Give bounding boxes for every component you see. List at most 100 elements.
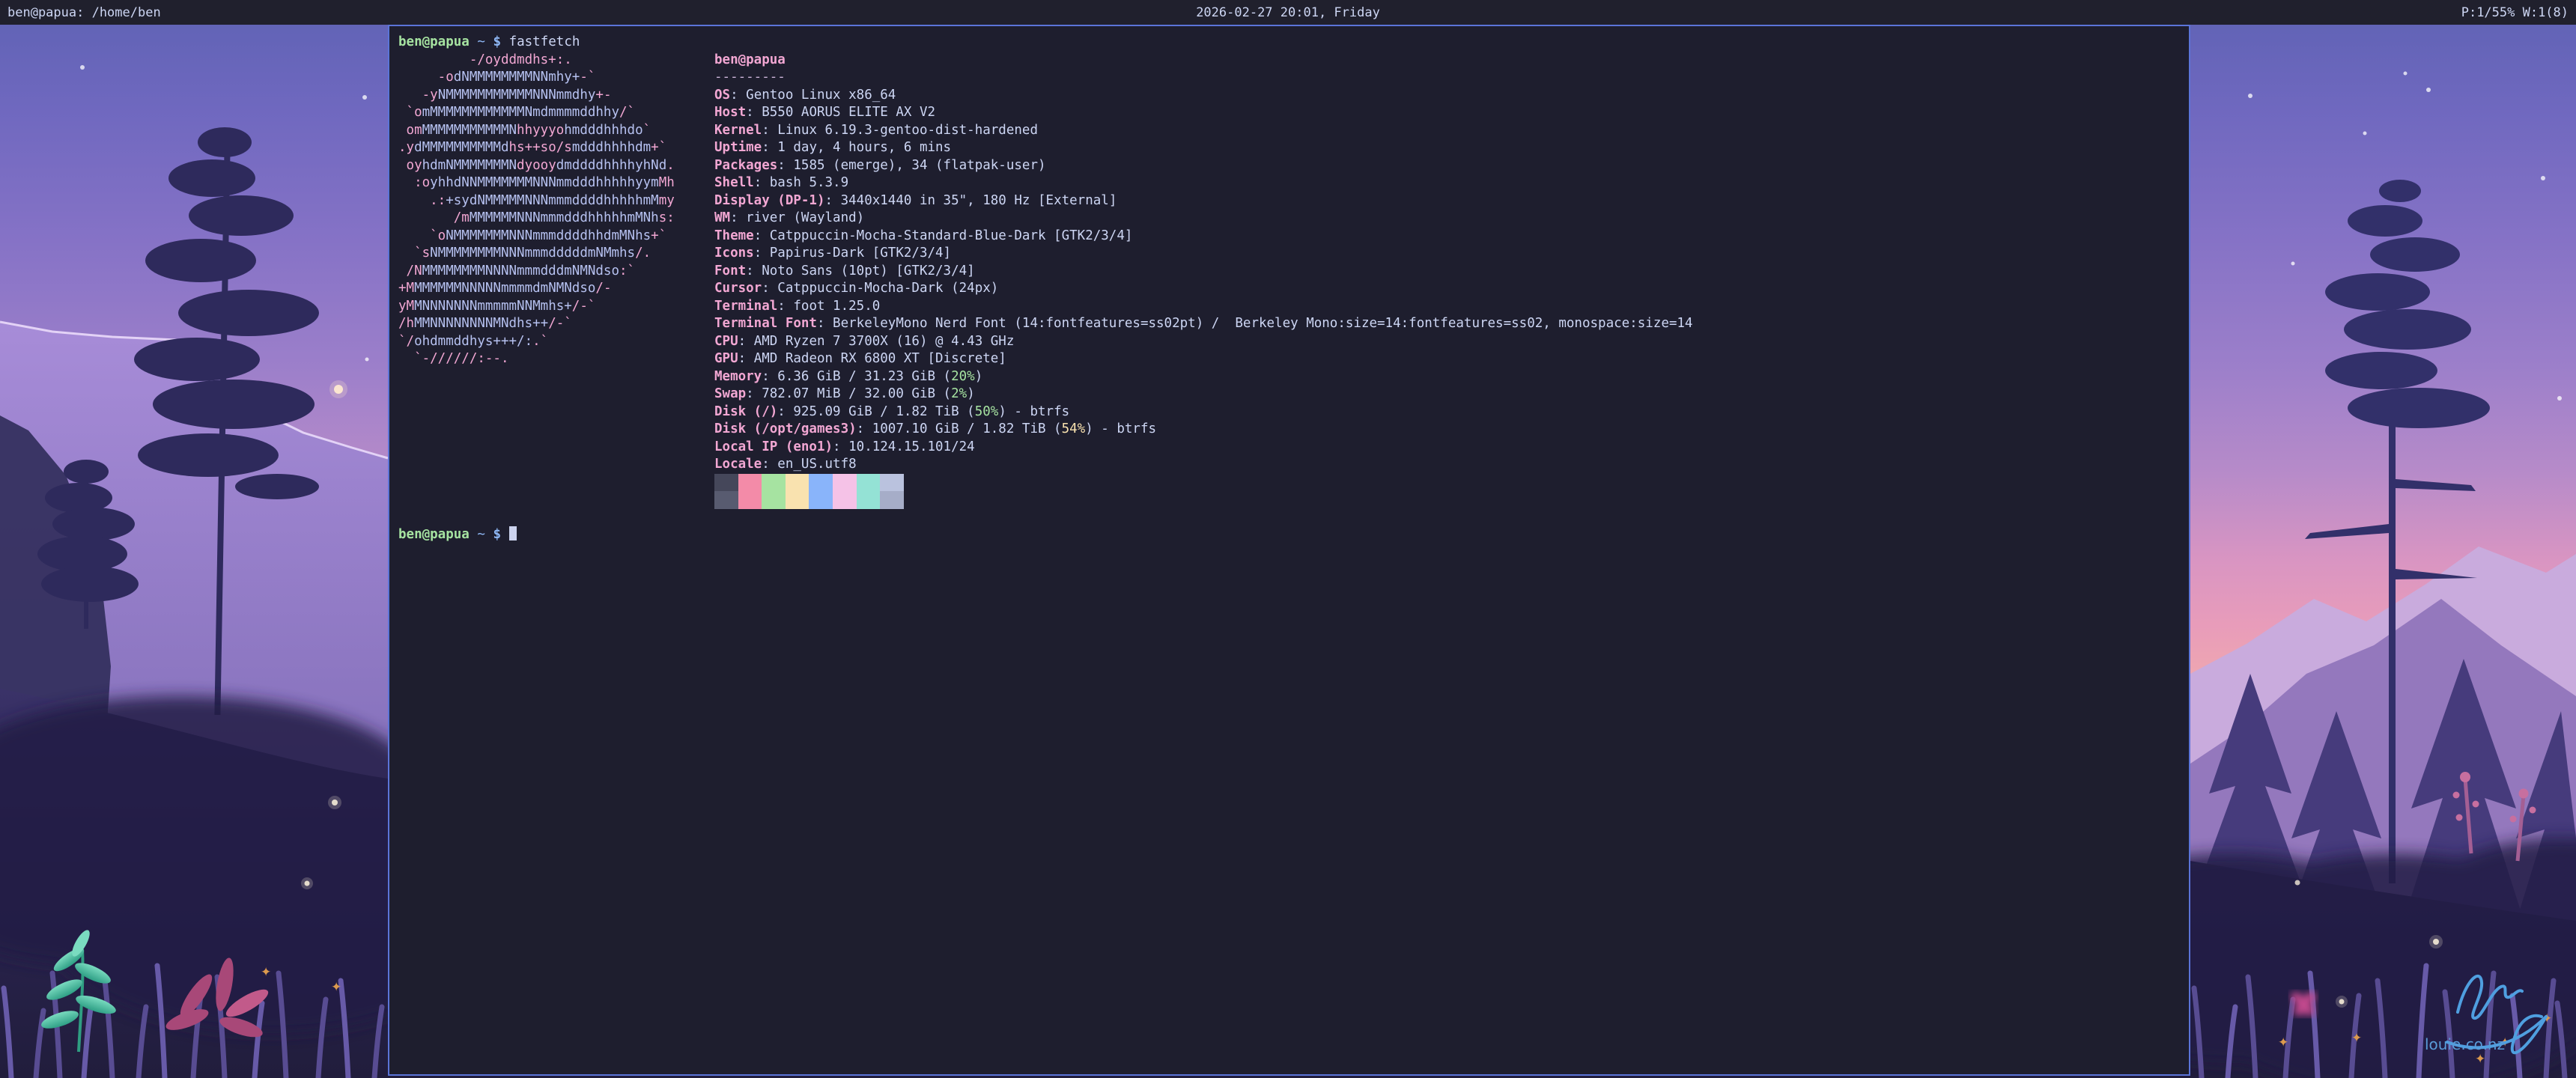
info-value: 1585 (emerge), 34 (flatpak-user) [793,158,1045,173]
info-value: en_US.utf8 [777,457,856,472]
info-value: 10.124.15.101/24 [848,439,975,454]
gentoo-ascii-logo: -/oyddmdhs+:. -odNMMMMMMMMNNmhy+-` -yNMM… [398,52,675,368]
info-key: Theme [714,228,754,243]
fastfetch-info: ben@papua---------OS: Gentoo Linux x86_6… [714,52,1692,509]
info-key: Cursor [714,281,762,296]
logo-segment: /` [619,105,635,120]
logo-segment: -o [398,70,454,85]
logo-segment: /-` [548,316,572,331]
info-line: Theme: Catppuccin-Mocha-Standard-Blue-Da… [714,228,1692,246]
logo-segment: dMMMMMMMMMMd [414,140,508,155]
info-colon: : [730,88,746,103]
logo-segment: -/oyddmdhs+:. [398,52,572,67]
info-value: Catppuccin-Mocha-Dark (24px) [777,281,998,296]
info-value: BerkeleyMono Nerd Font (14:fontfeatures=… [833,316,1692,331]
logo-segment: NMMMMMMMNNNmmmddddhhdmMNhs [446,228,651,243]
palette-swatch [762,474,786,492]
info-line: Display (DP-1): 3440x1440 in 35", 180 Hz… [714,192,1692,210]
logo-line: /NMMMMMMMMNNNNmmmdddmNMNdso:` [398,263,675,281]
logo-segment: NMMMMMMMMNNNmmmdddddmNMmhs [430,246,635,261]
host-path-label: ben@papua: /home/ben [0,5,1196,20]
logo-segment: `-//////:--. [398,351,509,366]
logo-segment: s: [659,210,675,225]
palette-swatch [809,474,833,492]
info-colon: : [762,140,777,155]
logo-segment: hs++so/s [509,140,572,155]
logo-segment: MMMMMMMMNNNNmmmdddmNMNdso [422,264,619,278]
info-colon: : [857,421,872,436]
info-key: Terminal Font [714,316,817,331]
info-key: Terminal [714,299,777,314]
info-value: 3440x1440 in 35", 180 Hz [External] [841,193,1117,208]
info-value: ) [967,386,975,401]
info-value: 54% [1062,421,1086,436]
info-colon: : [746,105,762,120]
info-value: B550 AORUS ELITE AX V2 [762,105,935,120]
logo-segment: +- [595,88,611,103]
info-line: GPU: AMD Radeon RX 6800 XT [Discrete] [714,350,1692,368]
info-line: Shell: bash 5.3.9 [714,174,1692,192]
logo-segment: my [659,193,675,208]
info-colon: : [777,158,793,173]
logo-segment: yhhdNNMMMMMMMNNNmmdddhhhhhyym [430,175,659,190]
logo-segment: /- [595,281,611,296]
info-key: Disk (/) [714,404,777,419]
info-line: Disk (/opt/games3): 1007.10 GiB / 1.82 T… [714,421,1692,439]
info-value: 1007.10 GiB / 1.82 TiB ( [872,421,1062,436]
logo-segment: .: [398,193,446,208]
info-line: OS: Gentoo Linux x86_64 [714,87,1692,105]
info-line: Font: Noto Sans (10pt) [GTK2/3/4] [714,263,1692,281]
logo-segment: -` [580,70,595,85]
logo-segment: mdddhhhhdm [572,140,651,155]
logo-segment: `/ [398,334,414,349]
signature-url-label: louie.co.nz [2425,1035,2505,1053]
info-key: Display (DP-1) [714,193,825,208]
info-colon: : [746,386,762,401]
info-line: Host: B550 AORUS ELITE AX V2 [714,104,1692,122]
info-colon: : [762,123,777,138]
info-title: ben@papua [714,52,1692,70]
info-value: 2% [951,386,967,401]
info-line: Disk (/): 925.09 GiB / 1.82 TiB (50%) - … [714,404,1692,421]
info-line: Terminal: foot 1.25.0 [714,298,1692,316]
terminal-window[interactable]: ben@papua ~ $ fastfetch -/oyddmdhs+:. -o… [388,25,2190,1076]
terminal-content: ben@papua ~ $ fastfetch -/oyddmdhs+:. -o… [398,34,2180,1067]
info-line: WM: river (Wayland) [714,210,1692,228]
logo-line: `-//////:--. [398,350,675,368]
info-line: Cursor: Catppuccin-Mocha-Dark (24px) [714,280,1692,298]
palette-swatch [738,474,762,492]
logo-line: `sNMMMMMMMMNNNmmmdddddmNMmhs/. [398,245,675,263]
logo-segment: ohdmmddhys+++/: [414,334,532,349]
logo-segment: /m [398,210,470,225]
logo-segment: dNMMMMMMMMNNmhy+ [454,70,580,85]
info-value: river (Wayland) [746,210,864,225]
info-colon: : [762,369,777,384]
palette-row [714,474,1692,492]
info-value: 1 day, 4 hours, 6 mins [777,140,951,155]
palette-swatch [809,491,833,509]
info-line: Uptime: 1 day, 4 hours, 6 mins [714,139,1692,157]
info-key: OS [714,88,730,103]
info-value: 6.36 GiB / 31.23 GiB ( [777,369,951,384]
logo-segment: `o [398,105,422,120]
logo-line: /hMMNNNNNNNNMNdhs++/-` [398,315,675,333]
info-value: Noto Sans (10pt) [GTK2/3/4] [762,264,974,278]
logo-segment: dmddddhhhhyhNd [556,158,667,173]
logo-segment: MMMMMMMMMMMN [422,123,517,138]
svg-text:✦: ✦ [331,980,341,995]
info-value: 782.07 MiB / 32.00 GiB ( [762,386,951,401]
info-value: 50% [975,404,999,419]
info-value: 925.09 GiB / 1.82 TiB ( [793,404,974,419]
svg-text:✦: ✦ [2351,1031,2362,1046]
info-line: Locale: en_US.utf8 [714,456,1692,474]
info-value: AMD Ryzen 7 3700X (16) @ 4.43 GHz [754,334,1015,349]
prompt-line-current: ben@papua ~ $ [398,526,517,544]
logo-line: `oNMMMMMMMNNNmmmddddhhdmMNhs+` [398,228,675,246]
logo-segment: Mh [659,175,675,190]
prompt-user: ben@papua [398,527,470,542]
info-key: WM [714,210,730,225]
clock-label: 2026-02-27 20:01, Friday [1196,5,1380,20]
info-value: Gentoo Linux x86_64 [746,88,896,103]
logo-segment: /-` [572,299,596,314]
logo-segment: MMMMMMNNNmmmdddhhhhhmMNh [470,210,659,225]
